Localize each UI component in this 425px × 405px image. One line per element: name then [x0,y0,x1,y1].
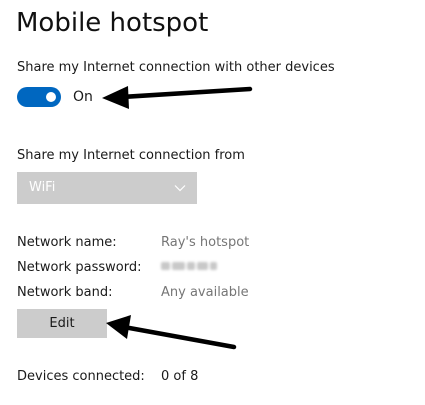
devices-connected-value: 0 of 8 [161,369,199,384]
hotspot-toggle[interactable] [17,87,61,107]
network-band-label: Network band: [17,285,113,300]
share-connection-label: Share my Internet connection with other … [17,60,335,75]
network-name-value: Ray's hotspot [161,235,250,250]
connection-source-value: WiFi [29,180,56,195]
network-band-value: Any available [161,285,249,300]
toggle-state-label: On [73,89,93,105]
devices-connected-label: Devices connected: [17,369,145,384]
network-password-value [161,259,218,273]
network-password-label: Network password: [17,260,142,275]
network-name-label: Network name: [17,235,117,250]
share-from-label: Share my Internet connection from [17,148,245,163]
edit-button[interactable]: Edit [17,309,107,338]
page-title: Mobile hotspot [16,8,209,38]
toggle-knob [46,92,56,102]
chevron-down-icon [174,185,186,192]
connection-source-dropdown[interactable]: WiFi [17,172,197,204]
